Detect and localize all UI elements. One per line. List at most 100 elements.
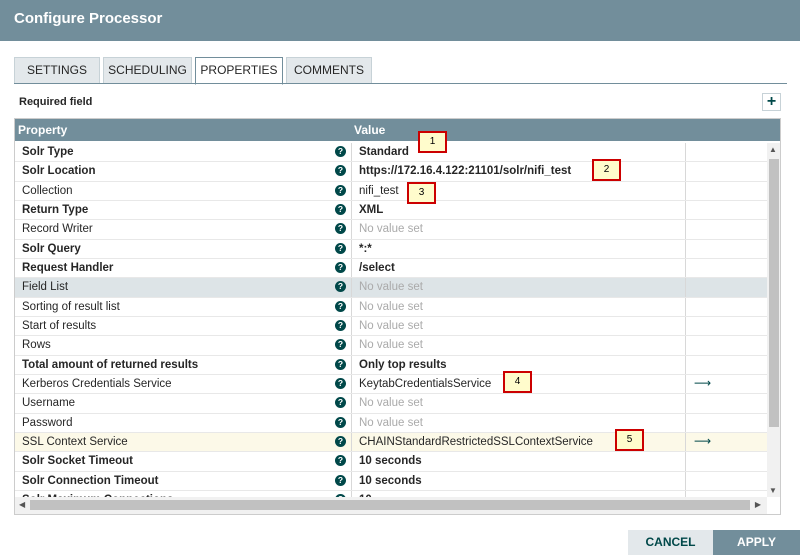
column-divider [351,316,352,336]
column-divider [351,239,352,258]
property-name: Sorting of result list [22,300,120,313]
help-icon[interactable]: ? [335,184,346,196]
column-divider [351,143,352,162]
add-property-button[interactable]: + [762,93,781,111]
column-divider [351,471,352,490]
cancel-button[interactable]: CANCEL [628,530,713,555]
horizontal-scroll-thumb[interactable] [30,500,750,510]
tab-comments[interactable]: COMMENTS [286,57,372,84]
help-icon[interactable]: ? [335,397,346,409]
column-divider [351,432,352,452]
table-row[interactable]: Start of results? No value set [15,316,767,337]
table-row[interactable]: Solr Location? https://172.16.4.122:21101… [15,162,767,182]
table-row[interactable]: Request Handler? /select [15,258,767,279]
property-value[interactable]: KeytabCredentialsService [359,378,491,390]
column-header-value[interactable]: Value [354,123,385,137]
scroll-left-icon[interactable]: ◀ [19,500,25,509]
property-name: Solr Type [22,146,74,158]
table-row[interactable]: Password? No value set [15,413,767,433]
property-value[interactable]: No value set [359,417,423,429]
column-divider [351,297,352,316]
help-icon[interactable]: ? [335,319,346,331]
property-name: Collection [22,184,73,197]
table-row[interactable]: Collection? nifi_test [15,181,767,201]
table-row[interactable]: Sorting of result list? No value set [15,297,767,317]
annotation-marker: 4 [503,371,532,393]
column-divider [685,200,686,220]
help-icon[interactable]: ? [335,416,346,428]
help-icon[interactable]: ? [335,377,346,389]
table-row[interactable]: Total amount of returned results? Only to… [15,355,767,375]
column-divider [685,413,686,432]
scroll-up-icon[interactable]: ▲ [769,145,777,154]
property-value[interactable]: No value set [359,320,423,332]
column-divider [685,143,686,162]
property-value[interactable]: *:* [359,243,372,255]
property-value[interactable]: No value set [359,397,423,409]
property-value[interactable]: XML [359,204,383,216]
property-name: Solr Connection Timeout [22,474,159,487]
property-value[interactable]: Standard [359,146,409,158]
column-divider [685,355,686,374]
table-row[interactable]: Solr Socket Timeout? 10 seconds [15,452,767,472]
tab-properties[interactable]: PROPERTIES [195,57,283,85]
column-divider [685,432,686,452]
column-divider [685,239,686,258]
property-value[interactable]: CHAINStandardRestrictedSSLContextService [359,436,593,448]
vertical-scrollbar[interactable]: ▲ ▼ [767,143,780,497]
table-row[interactable]: Solr Query? *:* [15,239,767,259]
table-row[interactable]: Return Type? XML [15,200,767,221]
help-icon[interactable]: ? [335,223,346,235]
property-value[interactable]: 10 seconds [359,475,422,487]
help-icon[interactable]: ? [335,435,346,447]
table-row[interactable]: Username? No value set [15,394,767,414]
table-row[interactable]: Solr Connection Timeout? 10 seconds [15,471,767,491]
column-divider [685,471,686,490]
help-icon[interactable]: ? [335,455,346,467]
tab-settings[interactable]: SETTINGS [14,57,100,84]
table-header: Property Value [15,119,780,141]
column-divider [685,278,686,297]
help-icon[interactable]: ? [335,165,346,177]
help-icon[interactable]: ? [335,242,346,254]
column-divider [351,200,352,220]
property-value[interactable]: nifi_test [359,185,399,197]
property-value[interactable]: 10 seconds [359,455,422,467]
help-icon[interactable]: ? [335,261,346,273]
column-divider [685,181,686,200]
property-value[interactable]: No value set [359,339,423,351]
help-icon[interactable]: ? [335,203,346,215]
go-to-service-arrow-icon[interactable]: ⟶ [694,376,711,390]
column-header-property[interactable]: Property [18,123,67,137]
column-divider [685,374,686,394]
property-value[interactable]: No value set [359,223,423,235]
scroll-down-icon[interactable]: ▼ [769,486,777,495]
property-value[interactable]: https://172.16.4.122:21101/solr/nifi_tes… [359,165,571,177]
table-row[interactable]: Record Writer? No value set [15,220,767,240]
scroll-right-icon[interactable]: ▶ [755,500,761,509]
help-icon[interactable]: ? [335,300,346,312]
property-value[interactable]: /select [359,262,395,274]
property-name: Password [22,416,73,429]
help-icon[interactable]: ? [335,146,346,157]
horizontal-scrollbar[interactable]: ◀ ▶ [15,497,767,514]
property-name: Record Writer [22,223,93,236]
table-row[interactable]: Rows? No value set [15,336,767,356]
property-value[interactable]: Only top results [359,359,447,371]
table-row[interactable]: Kerberos Credentials Service? KeytabCrede… [15,374,767,395]
help-icon[interactable]: ? [335,474,346,486]
help-icon[interactable]: ? [335,358,346,370]
vertical-scroll-thumb[interactable] [769,159,779,427]
apply-button[interactable]: APPLY [713,530,800,555]
property-value[interactable]: No value set [359,301,423,313]
tab-scheduling[interactable]: SCHEDULING [103,57,192,84]
column-divider [685,316,686,336]
table-row[interactable]: Field List? No value set [15,278,767,298]
help-icon[interactable]: ? [335,281,346,293]
help-icon[interactable]: ? [335,339,346,351]
properties-table: Property Value Solr Type? Standard Solr Lo… [14,118,781,515]
table-row[interactable]: Solr Type? Standard [15,143,767,163]
go-to-service-arrow-icon[interactable]: ⟶ [694,434,711,448]
property-value[interactable]: No value set [359,281,423,293]
table-row[interactable]: SSL Context Service? CHAINStandardRestric… [15,432,767,453]
